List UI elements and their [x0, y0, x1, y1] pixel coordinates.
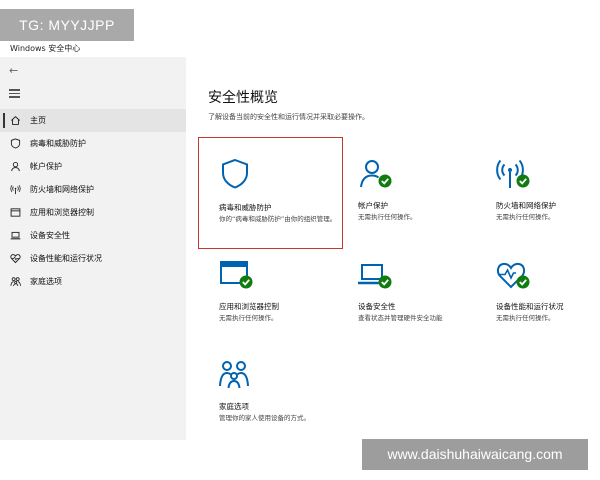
card-title: 应用和浏览器控制	[219, 302, 279, 311]
main-content: 安全性概览 了解设备当前的安全性和运行情况并采取必要操作。 病毒和威胁防护 你的…	[186, 57, 600, 440]
home-icon	[9, 115, 21, 127]
family-icon	[219, 359, 255, 391]
person-icon	[9, 161, 21, 173]
card-device-security[interactable]: 设备安全性 查看状态并管理硬件安全功能	[338, 237, 474, 337]
heart-pulse-icon	[9, 253, 21, 265]
card-device-health[interactable]: 设备性能和运行状况 无需执行任何操作。	[476, 237, 600, 337]
browser-window-icon	[9, 207, 21, 219]
sidebar-item-device-security[interactable]: 设备安全性	[0, 224, 186, 247]
card-description: 无需执行任何操作。	[496, 314, 555, 322]
sidebar-item-label: 防火墙和网络保护	[30, 185, 94, 194]
sidebar-item-home[interactable]: 主页	[0, 109, 186, 132]
sidebar-item-firewall[interactable]: 防火墙和网络保护	[0, 178, 186, 201]
card-title: 帐户保护	[358, 201, 388, 210]
card-account-protection[interactable]: 帐户保护 无需执行任何操作。	[338, 136, 468, 236]
sidebar-item-label: 帐户保护	[30, 162, 62, 171]
family-icon	[9, 276, 21, 288]
sidebar-item-label: 设备安全性	[30, 231, 70, 240]
card-description: 查看状态并管理硬件安全功能	[358, 314, 443, 322]
sidebar-item-account-protection[interactable]: 帐户保护	[0, 155, 186, 178]
sidebar: ← 主页 病毒和威胁防护 帐户保护 防火墙和网络保护 应用和浏览器控制 设备安全…	[0, 57, 186, 440]
sidebar-item-label: 设备性能和运行状况	[30, 254, 102, 263]
card-firewall[interactable]: 防火墙和网络保护 无需执行任何操作。	[476, 136, 600, 236]
sidebar-item-family-options[interactable]: 家庭选项	[0, 270, 186, 293]
tg-badge: TG: MYYJJPP	[0, 9, 134, 41]
card-description: 无需执行任何操作。	[496, 213, 555, 221]
menu-icon[interactable]	[9, 89, 20, 100]
card-title: 家庭选项	[219, 402, 249, 411]
window-title: Windows 安全中心	[10, 44, 81, 53]
sidebar-nav: 主页 病毒和威胁防护 帐户保护 防火墙和网络保护 应用和浏览器控制 设备安全性 …	[0, 109, 186, 293]
card-title: 病毒和威胁防护	[219, 203, 272, 212]
laptop-check-icon	[358, 259, 394, 291]
card-description: 无需执行任何操作。	[219, 314, 278, 322]
sidebar-item-app-browser-control[interactable]: 应用和浏览器控制	[0, 201, 186, 224]
heart-pulse-check-icon	[496, 259, 532, 291]
website-watermark: www.daishuhaiwaicang.com	[362, 439, 588, 470]
sidebar-item-label: 病毒和威胁防护	[30, 139, 86, 148]
page-subtitle: 了解设备当前的安全性和运行情况并采取必要操作。	[208, 113, 369, 121]
page-title: 安全性概览	[208, 90, 278, 106]
card-title: 设备安全性	[358, 302, 396, 311]
card-family-options[interactable]: 家庭选项 管理你的家人使用设备的方式。	[199, 337, 329, 437]
browser-window-check-icon	[219, 259, 255, 291]
sidebar-item-label: 家庭选项	[30, 277, 62, 286]
back-arrow-icon[interactable]: ←	[9, 65, 18, 76]
sidebar-item-label: 应用和浏览器控制	[30, 208, 94, 217]
card-description: 无需执行任何操作。	[358, 213, 417, 221]
security-center-window: Windows 安全中心 ← 主页 病毒和威胁防护 帐户保护 防火墙和网络保护 …	[0, 0, 600, 440]
card-app-browser-control[interactable]: 应用和浏览器控制 无需执行任何操作。	[199, 237, 329, 337]
card-title: 设备性能和运行状况	[496, 302, 564, 311]
shield-icon	[9, 138, 21, 150]
laptop-icon	[9, 230, 21, 242]
person-check-icon	[358, 158, 394, 190]
card-description: 你的“病毒和威胁防护”由你的组织管理。	[219, 215, 337, 223]
sidebar-item-virus-protection[interactable]: 病毒和威胁防护	[0, 132, 186, 155]
card-description: 管理你的家人使用设备的方式。	[219, 414, 310, 422]
shield-icon	[219, 158, 255, 190]
sidebar-item-device-health[interactable]: 设备性能和运行状况	[0, 247, 186, 270]
sidebar-item-label: 主页	[30, 116, 46, 125]
wireless-icon	[9, 184, 21, 196]
card-virus-protection[interactable]: 病毒和威胁防护 你的“病毒和威胁防护”由你的组织管理。	[198, 137, 343, 249]
wireless-check-icon	[496, 158, 532, 190]
card-title: 防火墙和网络保护	[496, 201, 556, 210]
